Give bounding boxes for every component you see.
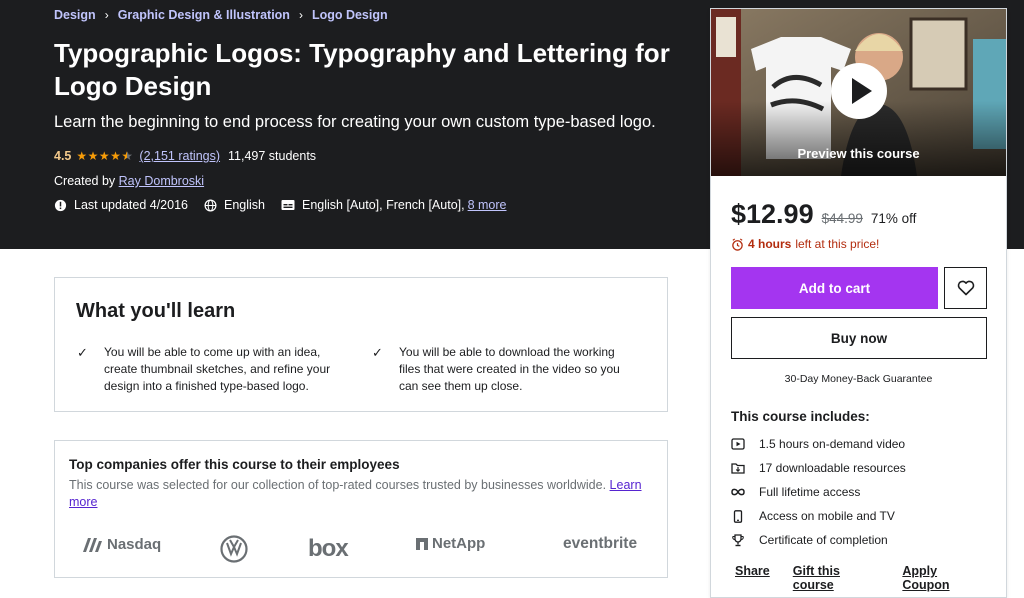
learn-item-text: You will be able to come up with an idea… [104, 345, 331, 393]
share-button[interactable]: Share [735, 564, 770, 592]
companies-title: Top companies offer this course to their… [69, 457, 400, 472]
top-companies-box: Top companies offer this course to their… [54, 440, 668, 578]
card-actions: Share Gift this course Apply Coupon [735, 564, 1006, 592]
money-back-guarantee: 30-Day Money-Back Guarantee [784, 373, 933, 385]
box-logo: box [308, 535, 349, 562]
include-item: Full lifetime access [731, 485, 860, 499]
volkswagen-logo [220, 535, 248, 563]
trophy-icon [732, 533, 744, 546]
download-icon [731, 463, 745, 474]
language-text: English [224, 198, 265, 212]
play-icon[interactable] [831, 63, 887, 119]
alert-badge-icon [54, 199, 67, 211]
chevron-right-icon: › [298, 8, 303, 22]
alarm-clock-icon [732, 237, 743, 251]
mobile-icon [733, 509, 743, 523]
breadcrumb-item-graphic-design[interactable]: Graphic Design & Illustration [118, 8, 290, 22]
checkmark-icon: ✓ [372, 345, 383, 360]
gift-course-button[interactable]: Gift this course [793, 564, 880, 592]
wishlist-button[interactable] [944, 267, 987, 309]
breadcrumb: Design › Graphic Design & Illustration ›… [54, 8, 388, 22]
heart-icon [957, 280, 974, 296]
purchase-card: Preview this course $12.99 $44.99 71% of… [710, 8, 1007, 598]
learn-item: ✓ You will be able to come up with an id… [77, 344, 344, 395]
buy-now-button[interactable]: Buy now [731, 317, 987, 359]
price-row: $12.99 $44.99 71% off [731, 199, 916, 230]
learn-item-text: You will be able to download the working… [399, 345, 620, 393]
last-updated-text: Last updated 4/2016 [74, 198, 188, 212]
course-meta: Last updated 4/2016 English English [Aut… [54, 198, 523, 212]
globe-icon [204, 199, 217, 211]
breadcrumb-item-logo-design[interactable]: Logo Design [312, 8, 388, 22]
learn-title: What you'll learn [76, 300, 236, 322]
timer-hours: 4 hours [748, 237, 792, 251]
language: English [204, 198, 265, 212]
course-subtitle: Learn the beginning to end process for c… [54, 113, 656, 131]
include-item: Access on mobile and TV [731, 509, 895, 523]
preview-label[interactable]: Preview this course [711, 146, 1006, 161]
what-youll-learn: What you'll learn ✓ You will be able to … [54, 277, 668, 412]
rating-value: 4.5 [54, 149, 72, 163]
captions-icon [281, 200, 295, 210]
include-item: 17 downloadable resources [731, 461, 906, 475]
instructor-link[interactable]: Ray Dombroski [119, 174, 204, 188]
captions: English [Auto], French [Auto], 8 more [281, 198, 507, 212]
rating-row: 4.5 ★★★★★★ (2,151 ratings) 11,497 studen… [54, 149, 316, 163]
companies-description-text: This course was selected for our collect… [69, 478, 607, 492]
captions-more-link[interactable]: 8 more [468, 198, 507, 212]
course-preview-video[interactable]: Preview this course [711, 9, 1006, 176]
current-price: $12.99 [731, 199, 814, 229]
learn-item: ✓ You will be able to download the worki… [372, 344, 639, 395]
chevron-right-icon: › [104, 8, 109, 22]
eventbrite-logo: eventbrite [563, 535, 638, 552]
infinity-icon [731, 488, 745, 496]
captions-text: English [Auto], French [Auto], [302, 198, 465, 212]
created-by-label: Created by [54, 174, 116, 188]
apply-coupon-button[interactable]: Apply Coupon [902, 564, 983, 592]
netapp-logo: NetApp [415, 535, 485, 552]
checkmark-icon: ✓ [77, 345, 88, 360]
nasdaq-logo: Nasdaq [81, 535, 161, 553]
price-timer: 4 hours left at this price! [731, 237, 879, 251]
star-rating-icon: ★★★★★★ [76, 149, 134, 163]
include-item: 1.5 hours on-demand video [731, 437, 905, 451]
breadcrumb-item-design[interactable]: Design [54, 8, 96, 22]
includes-title: This course includes: [731, 409, 870, 424]
created-by: Created by Ray Dombroski [54, 174, 204, 188]
timer-text: left at this price! [795, 237, 880, 251]
original-price: $44.99 [821, 211, 863, 226]
students-count: 11,497 students [228, 149, 317, 163]
include-item: Certificate of completion [731, 533, 888, 547]
companies-description: This course was selected for our collect… [69, 477, 649, 511]
video-icon [731, 438, 745, 450]
ratings-count-link[interactable]: (2,151 ratings) [139, 149, 220, 163]
discount-badge: 71% off [870, 211, 917, 226]
add-to-cart-button[interactable]: Add to cart [731, 267, 938, 309]
last-updated: Last updated 4/2016 [54, 198, 188, 212]
course-title: Typographic Logos: Typography and Letter… [54, 38, 670, 101]
